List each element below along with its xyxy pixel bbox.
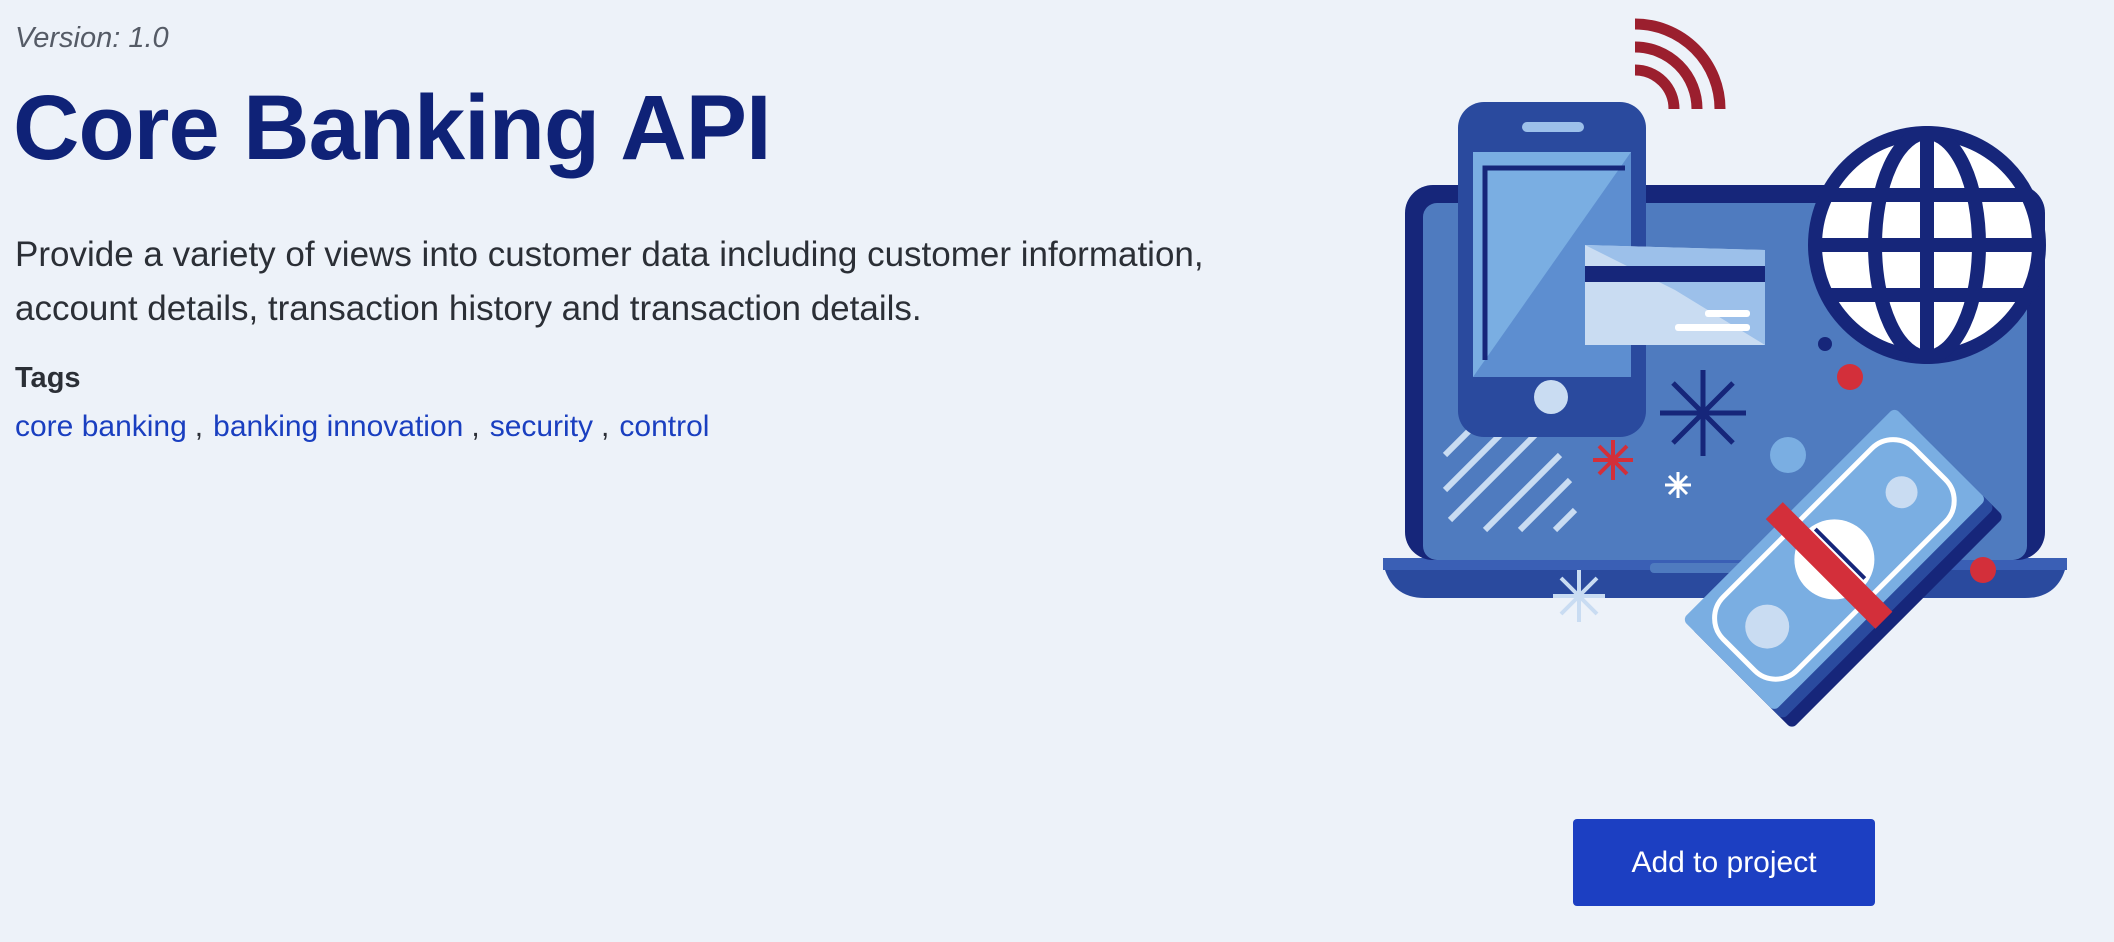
version-label: Version: 1.0	[15, 22, 169, 54]
tag-link-banking-innovation[interactable]: banking innovation	[213, 410, 463, 443]
tag-separator: ,	[471, 410, 480, 443]
tag-link-core-banking[interactable]: core banking	[15, 410, 187, 443]
tags-heading: Tags	[15, 362, 81, 394]
tag-link-control[interactable]: control	[619, 410, 709, 443]
tag-link-security[interactable]: security	[490, 410, 593, 443]
api-detail-page: Version: 1.0 Core Banking API Provide a …	[0, 0, 2114, 942]
banking-illustration-icon	[1383, 18, 2067, 727]
tags-list: core banking, banking innovation, security…	[15, 410, 709, 444]
add-to-project-button[interactable]: Add to project	[1573, 819, 1875, 906]
api-description: Provide a variety of views into customer…	[15, 235, 1204, 328]
tag-separator: ,	[601, 410, 610, 443]
page-title: Core Banking API	[13, 77, 772, 179]
tag-separator: ,	[194, 410, 204, 443]
